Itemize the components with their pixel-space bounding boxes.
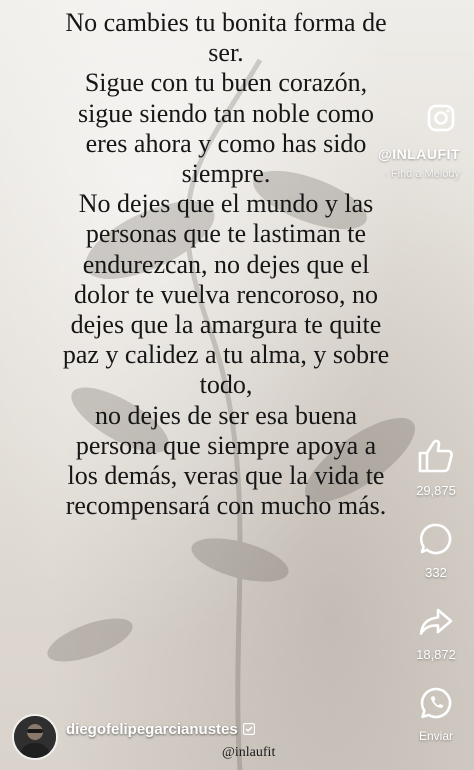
quote-line: dolor te vuelva rencoroso, no (74, 279, 378, 309)
avatar[interactable] (12, 714, 58, 760)
quote-line: dejes que la amargura te quite (70, 310, 382, 340)
quote-paragraph: Sigue con tu buen corazón, sigue siendo t… (36, 68, 416, 189)
quote-line: No dejes que el mundo y las (78, 189, 374, 219)
verified-check-icon (242, 723, 255, 735)
quote-paragraph: No dejes que el mundo y las personas que … (36, 189, 416, 400)
music-prefix: · (384, 168, 388, 180)
instagram-handle[interactable]: @INLAUFIT (378, 146, 460, 162)
instagram-icon[interactable] (426, 103, 456, 133)
quote-line: recompensará con mucho más. (65, 491, 387, 521)
username[interactable]: diegofelipegarcianustes (66, 721, 255, 738)
share-button[interactable]: 18,872 (404, 606, 468, 662)
share-arrow-icon (419, 608, 453, 635)
quote-paragraph: no dejes de ser esa buena persona que sie… (36, 401, 416, 522)
quote-line: sigue siendo tan noble como (77, 98, 375, 128)
quote-text: No cambies tu bonita forma de ser. Sigue c… (36, 8, 416, 521)
quote-paragraph: No cambies tu bonita forma de ser. (36, 8, 416, 68)
like-button[interactable]: 29,875 (404, 438, 468, 498)
post-footer: diegofelipegarcianustes @inlaufit (12, 708, 394, 764)
quote-line: No cambies tu bonita forma de (65, 8, 387, 37)
comment-bubble-icon (419, 523, 452, 555)
quote-line: siempre. (181, 159, 271, 189)
music-title: Find a Melody (390, 168, 460, 180)
thumbs-up-icon (418, 439, 453, 473)
quote-line: personas que te lastiman te (85, 219, 367, 249)
watermark-handle: @inlaufit (222, 745, 276, 760)
music-label[interactable]: · Find a Melody (384, 168, 460, 180)
share-count: 18,872 (416, 647, 456, 662)
quote-line: Sigue con tu buen corazón, (84, 68, 368, 98)
comment-button[interactable]: 332 (404, 522, 468, 580)
quote-line: eres ahora y como has sido (85, 128, 367, 158)
quote-line: endurezcan, no dejes que el (82, 249, 370, 279)
quote-line: no dejes de ser esa buena (94, 400, 358, 430)
like-count: 29,875 (416, 483, 456, 498)
send-button[interactable]: Enviar (404, 686, 468, 743)
send-label: Enviar (418, 729, 453, 743)
comment-count: 332 (425, 565, 447, 580)
quote-line: los demás, veras que la vida te (67, 461, 385, 491)
quote-line: paz y calidez a tu alma, y sobre (62, 340, 390, 370)
quote-line: todo, (199, 370, 253, 400)
quote-line: persona que siempre apoya a (75, 430, 377, 460)
whatsapp-icon (420, 687, 452, 719)
avatar-portrait-icon (14, 716, 56, 758)
quote-line: ser. (208, 38, 244, 68)
username-text: diegofelipegarcianustes (66, 721, 238, 738)
